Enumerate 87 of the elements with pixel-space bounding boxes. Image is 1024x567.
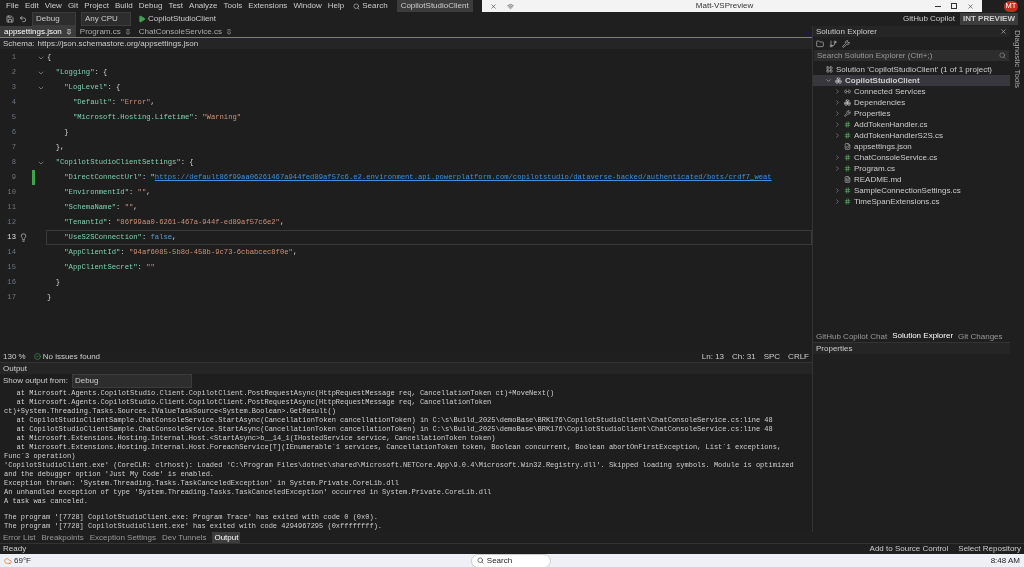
search-icon xyxy=(476,557,484,564)
remote-title: Matt-VSPreview xyxy=(695,0,754,12)
tree-item[interactable]: AddTokenHandler.cs xyxy=(813,119,1010,130)
tree-item[interactable]: Program.cs xyxy=(813,163,1010,174)
menu-item[interactable]: Tools xyxy=(223,0,243,12)
menu-item[interactable]: Test xyxy=(168,0,184,12)
tree-item[interactable]: ChatConsoleService.cs xyxy=(813,152,1010,163)
line-position: Ln: 13 xyxy=(701,350,725,363)
hash-icon xyxy=(844,198,851,205)
preview-badge: INT PREVIEW xyxy=(960,13,1018,25)
clock[interactable]: 8:48 AM xyxy=(990,554,1020,567)
wrench-icon[interactable] xyxy=(842,39,850,48)
panel-tab[interactable]: GitHub Copilot Chat xyxy=(816,330,888,343)
search-icon xyxy=(353,2,361,10)
lightbulb-icon[interactable] xyxy=(18,233,28,242)
panel-title: Output xyxy=(3,362,27,375)
start-button[interactable]: CopilotStudioClient xyxy=(136,13,219,25)
panel-tab[interactable]: Exception Settings xyxy=(89,531,156,544)
check-icon xyxy=(33,353,41,360)
configuration-dropdown[interactable]: Debug xyxy=(32,12,76,26)
hash-icon xyxy=(844,165,851,172)
tree-item[interactable]: Dependencies xyxy=(813,97,1010,108)
tree-item[interactable]: Connected Services xyxy=(813,86,1010,97)
pin-icon[interactable] xyxy=(225,28,232,35)
pin-icon[interactable] xyxy=(65,28,72,35)
menu-item[interactable]: Debug xyxy=(138,0,163,12)
undo-icon[interactable] xyxy=(19,15,27,23)
menu-item[interactable]: View xyxy=(44,0,62,12)
copilot-button[interactable]: GitHub Copilot xyxy=(902,13,955,25)
close-icon[interactable] xyxy=(490,2,497,10)
hash-icon xyxy=(844,187,851,194)
hash-icon xyxy=(844,154,851,161)
tree-item[interactable]: Properties xyxy=(813,108,1010,119)
signal-icon xyxy=(507,2,514,10)
issues-status[interactable]: No issues found xyxy=(33,350,101,363)
close-icon[interactable] xyxy=(967,2,974,10)
search-button[interactable]: Search xyxy=(350,0,391,12)
panel-title: Properties xyxy=(816,342,853,355)
side-tab[interactable]: Diagnostic Tools xyxy=(1011,30,1023,89)
document-tab[interactable]: ChatConsoleService.cs xyxy=(134,26,236,37)
status-text: Ready xyxy=(3,543,27,555)
document-tab[interactable]: Program.cs xyxy=(75,26,135,37)
play-icon xyxy=(138,15,146,23)
menu-item[interactable]: Git xyxy=(67,0,79,12)
source-label: Show output from: xyxy=(3,374,68,387)
panel-tab[interactable]: Error List xyxy=(3,531,36,544)
tree-item[interactable]: AddTokenHandlerS2S.cs xyxy=(813,130,1010,141)
save-icon[interactable] xyxy=(6,15,14,23)
menu-item[interactable]: Help xyxy=(327,0,345,12)
tree-item[interactable]: SampleConnectionSettings.cs xyxy=(813,185,1010,196)
panel-tab[interactable]: Dev Tunnels xyxy=(161,531,207,544)
tree-item[interactable]: Solution 'CopilotStudioClient' (1 of 1 project) xyxy=(813,64,1010,75)
pin-icon[interactable] xyxy=(124,28,131,35)
tree-item[interactable]: README.md xyxy=(813,174,1010,185)
menu-item[interactable]: Edit xyxy=(24,0,39,12)
schema-label: Schema: xyxy=(3,37,35,50)
tree-item[interactable]: CopilotStudioClient xyxy=(813,75,1010,86)
hash-icon xyxy=(844,132,851,139)
document-tab[interactable]: appsettings.json xyxy=(0,26,76,37)
search-icon xyxy=(999,52,1006,59)
panel-tab[interactable]: Breakpoints xyxy=(41,531,84,544)
menu-item[interactable]: Project xyxy=(84,0,110,12)
weather-widget[interactable]: 69°F xyxy=(4,554,31,567)
search-field[interactable]: Search Solution Explorer (Ctrl+;) xyxy=(814,50,1009,61)
source-control-button[interactable]: Add to Source Control xyxy=(869,543,949,555)
menu-item[interactable]: Build xyxy=(115,0,133,12)
tree-item[interactable]: appsettings.json xyxy=(813,141,1010,152)
menu-item[interactable]: Analyze xyxy=(189,0,218,12)
solution-name: CopilotStudioClient xyxy=(396,0,473,12)
change-marker xyxy=(31,170,35,185)
menu-item[interactable]: Window xyxy=(293,0,322,12)
schema-url[interactable]: https://json.schemastore.org/appsettings.json xyxy=(37,37,199,50)
folder-icon[interactable] xyxy=(816,39,824,48)
tree-item[interactable]: TimeSpanExtensions.cs xyxy=(813,196,1010,207)
menu-item[interactable]: File xyxy=(6,0,19,12)
panel-tab[interactable]: Git Changes xyxy=(958,330,1003,343)
platform-dropdown[interactable]: Any CPU xyxy=(81,12,131,26)
panel-title: Solution Explorer xyxy=(816,25,877,38)
menu-item[interactable]: Extensions xyxy=(248,0,288,12)
indent-mode: SPC xyxy=(763,350,781,363)
cloud-icon xyxy=(4,556,12,565)
branch-icon[interactable] xyxy=(829,39,837,48)
hash-icon xyxy=(844,121,851,128)
repository-button[interactable]: Select Repository xyxy=(958,543,1021,555)
line-ending: CRLF xyxy=(788,350,809,363)
column-position: Ch: 31 xyxy=(732,350,756,363)
zoom-level[interactable]: 130 % xyxy=(3,350,26,363)
